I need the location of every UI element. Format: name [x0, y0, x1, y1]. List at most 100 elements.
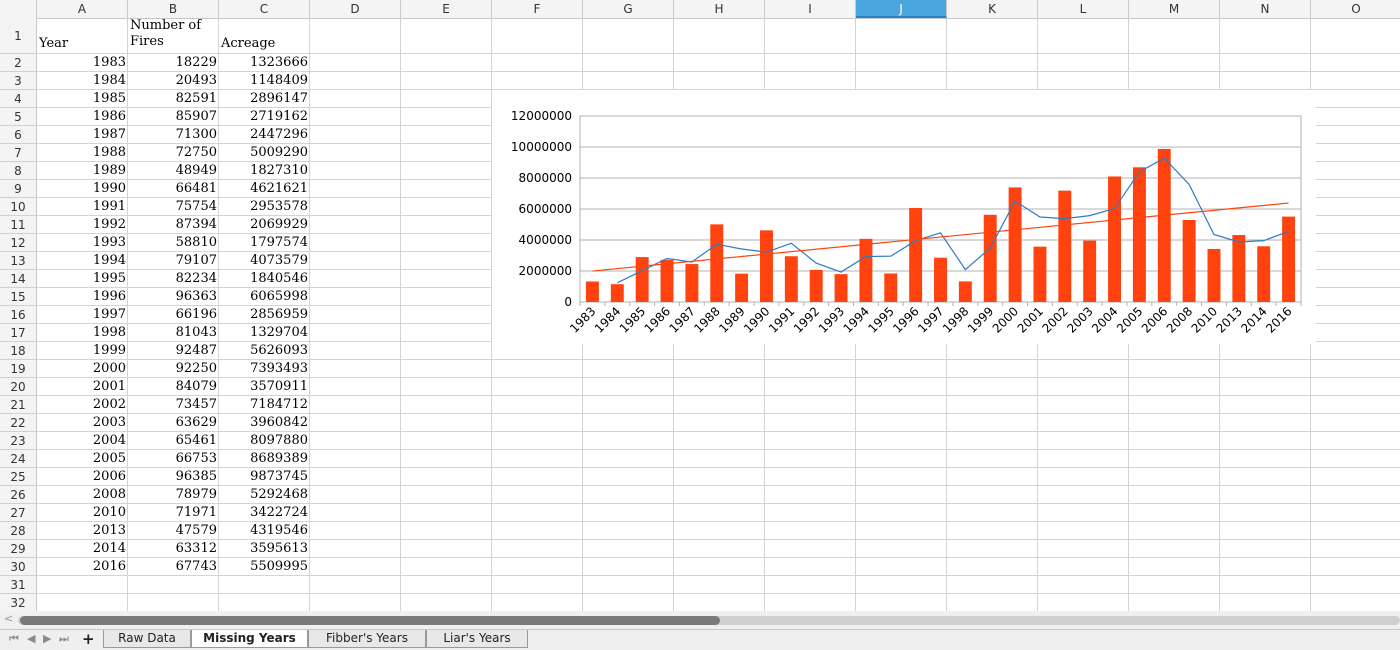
next-sheet-icon[interactable]: ▶ — [43, 632, 51, 645]
cell-A27[interactable]: 2010 — [37, 504, 128, 522]
column-header-n[interactable]: N — [1220, 0, 1311, 18]
row-header-27[interactable]: 27 — [0, 504, 36, 522]
column-header-e[interactable]: E — [401, 0, 492, 18]
cell-A30[interactable]: 2016 — [37, 558, 128, 576]
row-header-20[interactable]: 20 — [0, 378, 36, 396]
cell-A14[interactable]: 1995 — [37, 270, 128, 288]
cell-B22[interactable]: 63629 — [128, 414, 219, 432]
row-header-8[interactable]: 8 — [0, 162, 36, 180]
column-header-i[interactable]: I — [765, 0, 856, 18]
cell-A4[interactable]: 1985 — [37, 90, 128, 108]
cell-C15[interactable]: 6065998 — [219, 288, 310, 306]
cell-A7[interactable]: 1988 — [37, 144, 128, 162]
column-header-j[interactable]: J — [856, 0, 947, 18]
acreage-chart[interactable]: 0 2000000 4000000 6000000 8000000 10000000 120… — [492, 90, 1316, 344]
cell-A2[interactable]: 1983 — [37, 54, 128, 72]
row-header-17[interactable]: 17 — [0, 324, 36, 342]
cell-B3[interactable]: 20493 — [128, 72, 219, 90]
cell-B20[interactable]: 84079 — [128, 378, 219, 396]
tab-fibbers-years[interactable]: Fibber's Years — [308, 630, 426, 648]
cell-C16[interactable]: 2856959 — [219, 306, 310, 324]
cell-A12[interactable]: 1993 — [37, 234, 128, 252]
cell-B9[interactable]: 66481 — [128, 180, 219, 198]
cell-A20[interactable]: 2001 — [37, 378, 128, 396]
cell-A9[interactable]: 1990 — [37, 180, 128, 198]
row-header-30[interactable]: 30 — [0, 558, 36, 576]
column-header-b[interactable]: B — [128, 0, 219, 18]
cell-C3[interactable]: 1148409 — [219, 72, 310, 90]
row-header-9[interactable]: 9 — [0, 180, 36, 198]
cell-C21[interactable]: 7184712 — [219, 396, 310, 414]
row-header-5[interactable]: 5 — [0, 108, 36, 126]
cell-B26[interactable]: 78979 — [128, 486, 219, 504]
scroll-thumb[interactable] — [20, 616, 720, 625]
cell-A24[interactable]: 2005 — [37, 450, 128, 468]
cell-C29[interactable]: 3595613 — [219, 540, 310, 558]
row-header-10[interactable]: 10 — [0, 198, 36, 216]
cell-C19[interactable]: 7393493 — [219, 360, 310, 378]
row-header-24[interactable]: 24 — [0, 450, 36, 468]
first-sheet-icon[interactable]: ⏮ — [9, 632, 19, 646]
row-header-11[interactable]: 11 — [0, 216, 36, 234]
cell-C4[interactable]: 2896147 — [219, 90, 310, 108]
cell-B12[interactable]: 58810 — [128, 234, 219, 252]
cell-C28[interactable]: 4319546 — [219, 522, 310, 540]
column-header-h[interactable]: H — [674, 0, 765, 18]
cell-C22[interactable]: 3960842 — [219, 414, 310, 432]
cell-B13[interactable]: 79107 — [128, 252, 219, 270]
select-all-corner[interactable] — [0, 0, 37, 18]
column-header-g[interactable]: G — [583, 0, 674, 18]
cell-C23[interactable]: 8097880 — [219, 432, 310, 450]
row-header-7[interactable]: 7 — [0, 144, 36, 162]
cell-A26[interactable]: 2008 — [37, 486, 128, 504]
column-header-k[interactable]: K — [947, 0, 1038, 18]
column-header-d[interactable]: D — [310, 0, 401, 18]
cell-B7[interactable]: 72750 — [128, 144, 219, 162]
cell-B1[interactable]: Number of Fires — [129, 18, 219, 50]
row-header-6[interactable]: 6 — [0, 126, 36, 144]
row-header-19[interactable]: 19 — [0, 360, 36, 378]
cell-B10[interactable]: 75754 — [128, 198, 219, 216]
cell-B4[interactable]: 82591 — [128, 90, 219, 108]
cell-C18[interactable]: 5626093 — [219, 342, 310, 360]
cell-A13[interactable]: 1994 — [37, 252, 128, 270]
last-sheet-icon[interactable]: ⏭ — [59, 632, 69, 646]
cell-B15[interactable]: 96363 — [128, 288, 219, 306]
cell-B18[interactable]: 92487 — [128, 342, 219, 360]
row-header-23[interactable]: 23 — [0, 432, 36, 450]
cell-A25[interactable]: 2006 — [37, 468, 128, 486]
cell-B16[interactable]: 66196 — [128, 306, 219, 324]
cell-B6[interactable]: 71300 — [128, 126, 219, 144]
row-header-31[interactable]: 31 — [0, 576, 36, 594]
cell-A22[interactable]: 2003 — [37, 414, 128, 432]
row-header-22[interactable]: 22 — [0, 414, 36, 432]
row-header-25[interactable]: 25 — [0, 468, 36, 486]
column-header-a[interactable]: A — [37, 0, 128, 18]
cell-C7[interactable]: 5009290 — [219, 144, 310, 162]
cell-B30[interactable]: 67743 — [128, 558, 219, 576]
cell-C26[interactable]: 5292468 — [219, 486, 310, 504]
cell-B27[interactable]: 71971 — [128, 504, 219, 522]
row-header-32[interactable]: 32 — [0, 594, 36, 611]
cell-A17[interactable]: 1998 — [37, 324, 128, 342]
tab-missing-years[interactable]: Missing Years — [191, 630, 308, 648]
cell-C20[interactable]: 3570911 — [219, 378, 310, 396]
cell-A23[interactable]: 2004 — [37, 432, 128, 450]
cell-C11[interactable]: 2069929 — [219, 216, 310, 234]
cell-A10[interactable]: 1991 — [37, 198, 128, 216]
cell-B11[interactable]: 87394 — [128, 216, 219, 234]
tab-liars-years[interactable]: Liar's Years — [426, 630, 528, 648]
cell-A1[interactable]: Year — [38, 36, 128, 52]
cell-B28[interactable]: 47579 — [128, 522, 219, 540]
cell-A28[interactable]: 2013 — [37, 522, 128, 540]
cell-A15[interactable]: 1996 — [37, 288, 128, 306]
column-header-f[interactable]: F — [492, 0, 583, 18]
row-header-21[interactable]: 21 — [0, 396, 36, 414]
cell-C17[interactable]: 1329704 — [219, 324, 310, 342]
cell-C2[interactable]: 1323666 — [219, 54, 310, 72]
cell-C24[interactable]: 8689389 — [219, 450, 310, 468]
cell-B8[interactable]: 48949 — [128, 162, 219, 180]
column-header-l[interactable]: L — [1038, 0, 1129, 18]
cell-A29[interactable]: 2014 — [37, 540, 128, 558]
cell-C25[interactable]: 9873745 — [219, 468, 310, 486]
